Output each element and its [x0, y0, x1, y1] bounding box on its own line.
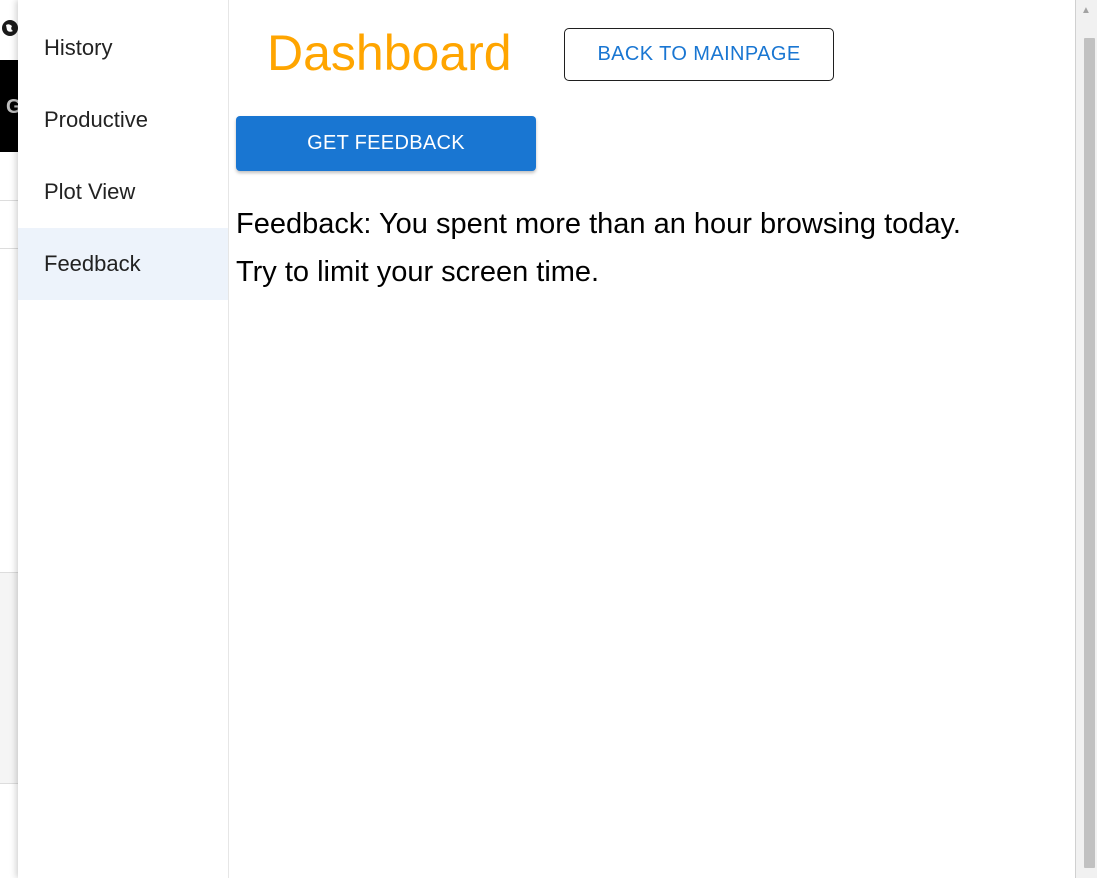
- globe-icon: [2, 20, 18, 36]
- background-panel: [0, 572, 20, 784]
- nav-item-plot-view[interactable]: Plot View: [18, 156, 228, 228]
- nav-item-feedback[interactable]: Feedback: [18, 228, 228, 300]
- main-content: Dashboard BACK TO MAINPAGE GET FEEDBACK …: [229, 0, 1075, 878]
- nav-item-label: History: [44, 35, 113, 60]
- back-to-mainpage-button[interactable]: BACK TO MAINPAGE: [564, 28, 834, 81]
- nav-item-label: Productive: [44, 107, 148, 132]
- nav-item-label: Plot View: [44, 179, 136, 204]
- get-feedback-button[interactable]: GET FEEDBACK: [236, 116, 536, 171]
- nav-item-history[interactable]: History: [18, 12, 228, 84]
- feedback-message: Feedback: You spent more than an hour br…: [236, 200, 1066, 296]
- navigation-drawer: History Productive Plot View Feedback: [18, 0, 229, 878]
- background-divider: [0, 248, 20, 249]
- scrollbar-thumb[interactable]: [1084, 38, 1095, 868]
- background-page: G: [0, 0, 20, 878]
- nav-item-label: Feedback: [44, 251, 141, 276]
- nav-item-productive[interactable]: Productive: [18, 84, 228, 156]
- scroll-up-arrow-icon[interactable]: ▲: [1075, 0, 1097, 20]
- app-viewport: G History Productive Plot View Feedback …: [0, 0, 1097, 878]
- background-banner: G: [0, 60, 20, 152]
- feedback-line: Try to limit your screen time.: [236, 256, 600, 288]
- back-to-mainpage-label: BACK TO MAINPAGE: [597, 43, 801, 65]
- get-feedback-label: GET FEEDBACK: [307, 132, 465, 154]
- page-title: Dashboard: [267, 25, 512, 81]
- background-divider: [0, 200, 20, 201]
- feedback-line: Feedback: You spent more than an hour br…: [236, 208, 961, 240]
